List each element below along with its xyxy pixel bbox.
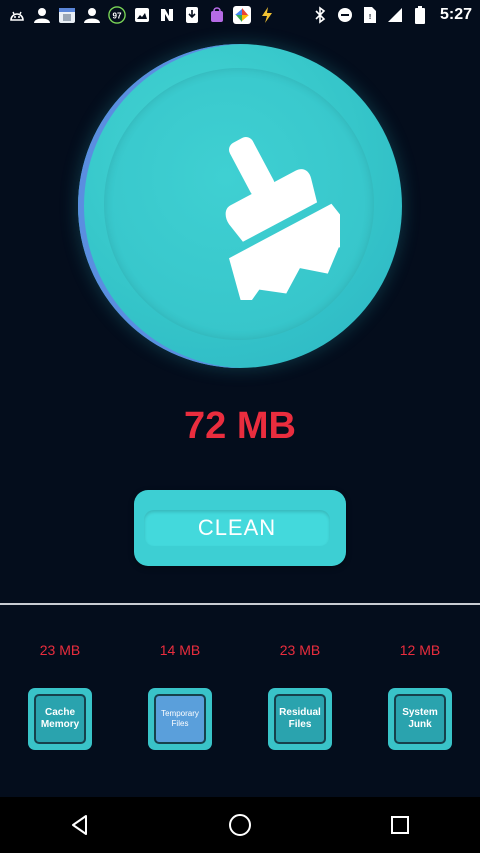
- recents-icon: [391, 816, 409, 834]
- person-icon: [83, 6, 101, 24]
- category-size: 12 MB: [399, 642, 441, 658]
- image-icon: [133, 6, 151, 24]
- status-bar-left: 97: [8, 6, 276, 24]
- notification-badge: 97: [108, 6, 126, 24]
- bluetooth-icon: [311, 6, 329, 24]
- signal-icon: [386, 6, 404, 24]
- system-junk-button[interactable]: System Junk: [388, 688, 452, 750]
- home-icon: [229, 814, 251, 836]
- status-bar-right: ! 5:27: [311, 6, 472, 24]
- svg-text:!: !: [369, 14, 371, 21]
- cache-memory-icon: Cache Memory: [34, 694, 86, 744]
- n-icon: [158, 6, 176, 24]
- total-junk-size: 72 MB: [184, 405, 296, 447]
- do-not-disturb-icon: [336, 6, 354, 24]
- divider: [0, 603, 480, 605]
- cache-memory-button[interactable]: Cache Memory: [28, 688, 92, 750]
- category-residual-files: 23 MB Residual Files: [260, 640, 340, 750]
- sim-icon: !: [361, 6, 379, 24]
- bag-icon: [208, 6, 226, 24]
- home-button[interactable]: [220, 805, 260, 845]
- system-junk-icon: System Junk: [394, 694, 446, 744]
- residual-files-icon: Residual Files: [274, 694, 326, 744]
- category-size: 23 MB: [279, 642, 321, 658]
- temporary-files-icon: Temporary Files: [154, 694, 206, 744]
- junk-categories: 23 MB Cache Memory 14 MB Temporary Files…: [0, 640, 480, 760]
- download-icon: [183, 6, 201, 24]
- category-size: 23 MB: [39, 642, 81, 658]
- person-icon: [33, 6, 51, 24]
- back-icon: [72, 815, 87, 835]
- svg-text:97: 97: [113, 12, 122, 21]
- bolt-icon: [258, 6, 276, 24]
- recents-button[interactable]: [380, 805, 420, 845]
- category-system-junk: 12 MB System Junk: [380, 640, 460, 750]
- photos-icon: [233, 6, 251, 24]
- navigation-bar: [0, 797, 480, 853]
- calendar-icon: [58, 6, 76, 24]
- clean-circle[interactable]: [78, 44, 402, 368]
- battery-icon: [411, 6, 429, 24]
- android-icon: [8, 6, 26, 24]
- residual-files-button[interactable]: Residual Files: [268, 688, 332, 750]
- category-cache-memory: 23 MB Cache Memory: [20, 640, 100, 750]
- temporary-files-button[interactable]: Temporary Files: [148, 688, 212, 750]
- status-bar: 97 ! 5:27: [0, 0, 480, 30]
- clock: 5:27: [439, 6, 472, 23]
- category-temporary-files: 14 MB Temporary Files: [140, 640, 220, 750]
- broom-icon: [225, 137, 340, 300]
- clean-button[interactable]: CLEAN: [134, 490, 346, 566]
- back-button[interactable]: [60, 805, 100, 845]
- clean-button-label: CLEAN: [144, 510, 330, 546]
- category-size: 14 MB: [159, 642, 201, 658]
